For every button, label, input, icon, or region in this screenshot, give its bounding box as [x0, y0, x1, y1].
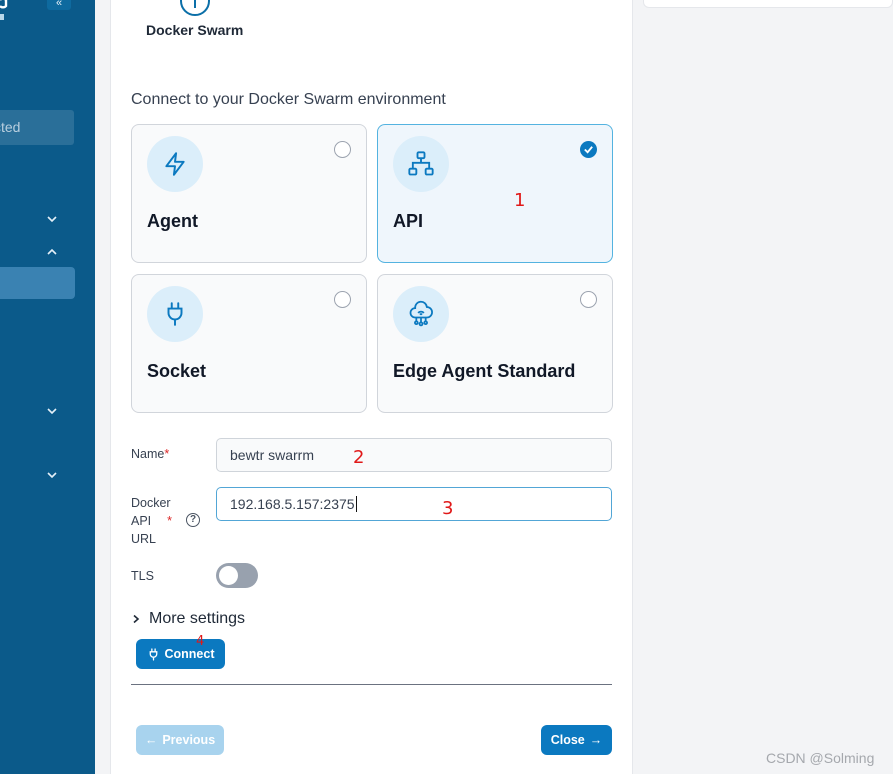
option-socket[interactable]: Socket — [131, 274, 367, 413]
name-input[interactable]: bewtr swarrm — [216, 438, 612, 472]
previous-button[interactable]: ← Previous — [136, 725, 224, 755]
chevron-right-icon — [133, 614, 140, 624]
previous-label: Previous — [162, 733, 216, 747]
lightning-icon — [147, 136, 203, 192]
more-settings-label: More settings — [149, 610, 246, 627]
plug-icon — [147, 286, 203, 342]
arrow-left-icon: ← — [144, 733, 158, 747]
connect-button[interactable]: Connect — [136, 639, 225, 669]
more-settings-toggle[interactable]: More settings — [131, 610, 245, 628]
tls-toggle[interactable] — [216, 563, 258, 588]
arrow-right-icon: → — [589, 733, 603, 747]
option-label: API — [393, 211, 424, 231]
radio-button-checked[interactable] — [580, 141, 597, 158]
option-agent[interactable]: Agent — [131, 124, 367, 263]
close-button[interactable]: Close → — [541, 725, 612, 755]
tls-label: TLS — [131, 569, 154, 583]
option-api[interactable]: API — [377, 124, 613, 263]
plug-icon — [149, 647, 157, 661]
section-title: Connect to your Docker Swarm environment — [131, 91, 446, 108]
close-label: Close — [550, 733, 585, 747]
annotation-4: 4 — [196, 634, 205, 649]
chevron-down-icon[interactable] — [45, 468, 59, 482]
connect-label: Connect — [164, 647, 215, 661]
divider — [131, 684, 612, 685]
step-label: Docker Swarm — [146, 22, 244, 38]
cloud-icon — [393, 286, 449, 342]
name-label: Name* — [131, 447, 170, 461]
option-label: Socket — [147, 361, 207, 381]
check-icon — [584, 146, 593, 154]
collapse-sidebar-button[interactable]: « — [47, 0, 71, 10]
docker-api-url-label: Docker API * URL — [131, 496, 173, 546]
logo-icon — [0, 0, 8, 9]
option-label: Edge Agent Standard — [393, 361, 576, 381]
chevron-down-icon[interactable] — [45, 212, 59, 226]
sidebar-active-item[interactable] — [0, 267, 75, 299]
radio-button[interactable] — [334, 291, 351, 308]
chevron-up-icon[interactable] — [45, 245, 59, 259]
annotation-2: 2 — [353, 447, 365, 468]
network-icon — [393, 136, 449, 192]
radio-button[interactable] — [580, 291, 597, 308]
annotation-1: 1 — [514, 190, 526, 211]
docker-api-url-input[interactable]: 192.168.5.157:2375 — [216, 487, 612, 521]
help-icon[interactable]: ? — [186, 513, 200, 527]
radio-button[interactable] — [334, 141, 351, 158]
right-panel — [643, 0, 893, 8]
option-edge-agent-standard[interactable]: Edge Agent Standard — [377, 274, 613, 413]
environment-label: cted — [0, 119, 21, 135]
environment-selector[interactable]: cted — [0, 110, 74, 145]
sidebar: « cted — [0, 0, 95, 774]
option-label: Agent — [147, 211, 198, 231]
logo-subtext — [0, 14, 4, 20]
watermark: CSDN @Solming — [766, 750, 875, 766]
chevron-down-icon[interactable] — [45, 404, 59, 418]
annotation-3: 3 — [442, 498, 454, 519]
